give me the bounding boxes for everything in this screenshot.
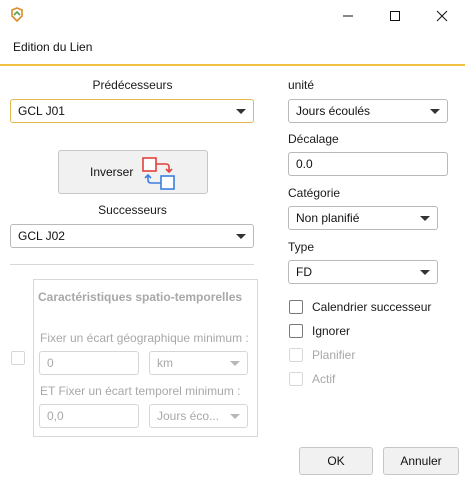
minimize-icon[interactable]: [325, 0, 371, 31]
app-logo-icon: [9, 7, 25, 23]
ok-button[interactable]: OK: [299, 447, 373, 475]
ignore-label: Ignorer: [312, 324, 351, 338]
chevron-down-icon: [230, 414, 240, 419]
chevron-down-icon: [236, 109, 246, 114]
chevron-down-icon: [430, 109, 440, 114]
predecessors-label: Prédécesseurs: [92, 78, 173, 92]
chevron-down-icon: [420, 216, 430, 221]
geo-unit-select[interactable]: km: [149, 351, 248, 375]
successors-select[interactable]: GCL J02: [10, 224, 254, 248]
geo-gap-label: Fixer un écart géographique minimum :: [40, 331, 249, 345]
unit-value: Jours écoulés: [296, 104, 371, 118]
predecessors-value: GCL J01: [18, 104, 65, 118]
time-unit-value: Jours éco...: [157, 409, 220, 423]
ignore-checkbox[interactable]: [289, 324, 303, 338]
calendar-successor-checkbox[interactable]: [289, 300, 303, 314]
close-icon[interactable]: [419, 0, 465, 31]
plan-checkbox[interactable]: [289, 348, 303, 362]
offset-label: Décalage: [288, 132, 339, 146]
tab-accent-line: [0, 64, 465, 66]
successors-label: Successeurs: [98, 203, 167, 217]
spatio-title: Caractéristiques spatio-temporelles: [38, 290, 243, 304]
invert-button[interactable]: Inverser: [58, 150, 208, 194]
category-label: Catégorie: [288, 186, 341, 200]
time-gap-input[interactable]: 0,0: [39, 404, 139, 428]
category-value: Non planifié: [296, 211, 360, 225]
maximize-icon[interactable]: [372, 0, 418, 31]
spatio-groupbox: Caractéristiques spatio-temporelles Fixe…: [33, 279, 258, 437]
tab-edition-du-lien[interactable]: Edition du Lien: [4, 31, 101, 64]
tab-bar: Edition du Lien: [0, 31, 465, 65]
unit-label: unité: [288, 78, 315, 92]
type-label: Type: [288, 240, 315, 254]
time-unit-select[interactable]: Jours éco...: [149, 404, 248, 428]
geo-gap-input[interactable]: 0: [39, 351, 139, 375]
category-select[interactable]: Non planifié: [288, 206, 438, 230]
type-select[interactable]: FD: [288, 260, 438, 284]
successors-value: GCL J02: [18, 229, 65, 243]
predecessors-select[interactable]: GCL J01: [10, 99, 254, 123]
swap-icon: [141, 156, 177, 192]
title-bar: [0, 0, 465, 31]
offset-input[interactable]: 0.0: [288, 152, 448, 176]
cancel-button[interactable]: Annuler: [383, 447, 459, 475]
chevron-down-icon: [236, 234, 246, 239]
geo-unit-value: km: [157, 356, 173, 370]
spatio-checkbox[interactable]: [11, 351, 25, 365]
plan-label: Planifier: [312, 348, 356, 362]
unit-select[interactable]: Jours écoulés: [288, 99, 448, 123]
invert-button-label: Inverser: [90, 165, 134, 179]
active-checkbox[interactable]: [289, 372, 303, 386]
chevron-down-icon: [420, 270, 430, 275]
type-value: FD: [296, 265, 312, 279]
calendar-successor-label: Calendrier successeur: [312, 300, 432, 314]
time-gap-label: ET Fixer un écart temporel minimum :: [40, 384, 241, 398]
active-label: Actif: [312, 372, 336, 386]
divider: [10, 264, 254, 265]
chevron-down-icon: [230, 361, 240, 366]
